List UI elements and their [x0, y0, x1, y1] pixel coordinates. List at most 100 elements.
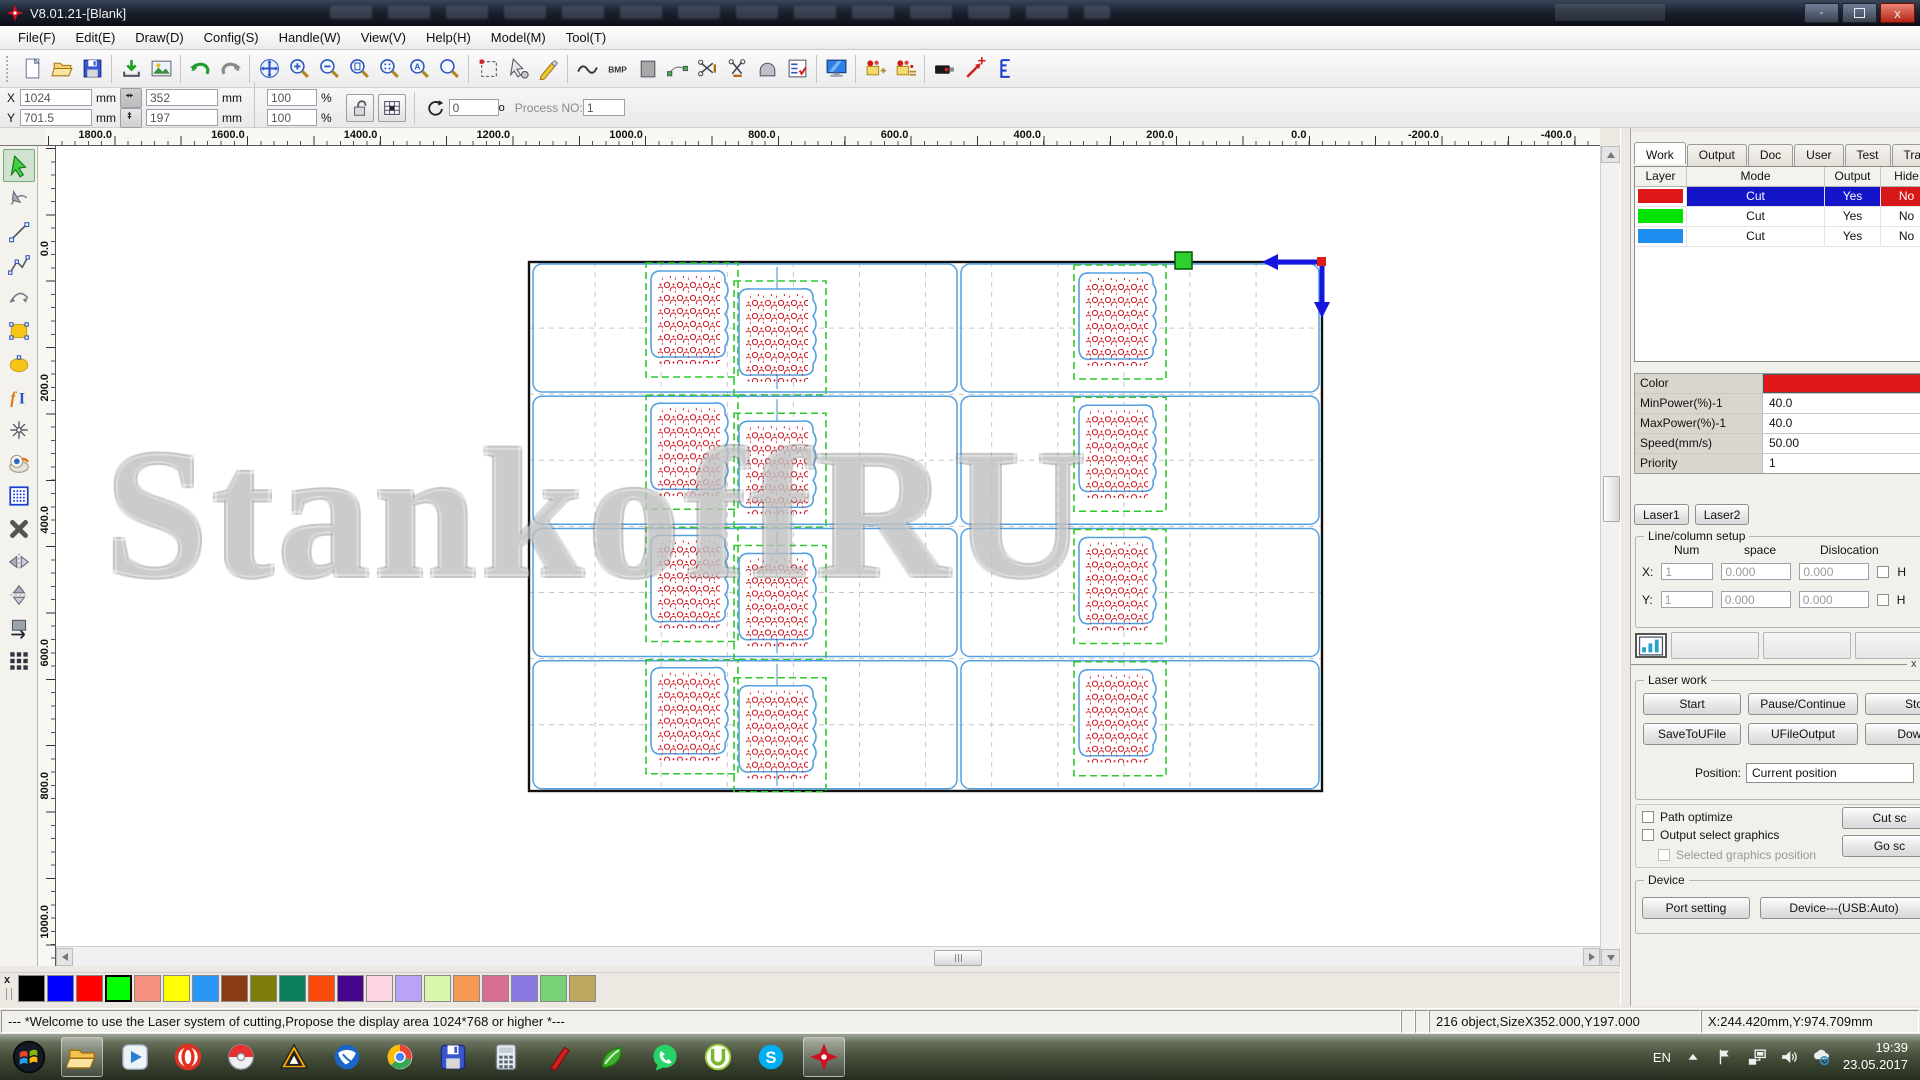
stop-button[interactable]: Sto — [1865, 693, 1920, 715]
tool-rect-button[interactable] — [3, 314, 35, 347]
y-num-input[interactable] — [1661, 591, 1713, 608]
menu-view[interactable]: View(V) — [351, 27, 416, 48]
tab-output[interactable]: Output — [1687, 144, 1747, 166]
layer-output-cell[interactable]: Yes — [1825, 227, 1881, 246]
scroll-left-arrow[interactable] — [56, 948, 73, 966]
y-dislocation-input[interactable] — [1799, 591, 1869, 608]
palette-color-5[interactable] — [163, 975, 190, 1002]
laser1-button[interactable]: Laser1 — [1634, 504, 1689, 525]
taskbar-save-app-button[interactable] — [432, 1037, 474, 1077]
port-setting-button[interactable]: Port setting — [1642, 897, 1750, 919]
zoom-out-button[interactable] — [314, 54, 344, 84]
chart-dock-button[interactable] — [1635, 633, 1667, 658]
palette-color-3[interactable] — [105, 975, 132, 1002]
param-value[interactable]: 40.0 — [1763, 414, 1920, 433]
tool-bezier-button[interactable] — [3, 281, 35, 314]
taskbar-sphere-button[interactable] — [220, 1037, 262, 1077]
layer-mode-cell[interactable]: Cut — [1687, 227, 1825, 246]
palette-close-button[interactable]: x — [4, 974, 10, 986]
save-to-ufile-button[interactable]: SaveToUFile — [1643, 723, 1741, 745]
toolbar-grip[interactable] — [6, 56, 12, 82]
param-value[interactable]: 1 — [1763, 454, 1920, 473]
lock-ratio-button[interactable] — [346, 94, 374, 122]
save-button[interactable] — [77, 54, 107, 84]
output-select-checkbox[interactable] — [1642, 829, 1654, 841]
taskbar-explorer-button[interactable] — [61, 1037, 103, 1077]
palette-color-4[interactable] — [134, 975, 161, 1002]
layer-output-cell[interactable]: Yes — [1825, 207, 1881, 226]
download-button[interactable]: Downl — [1865, 723, 1920, 745]
clock[interactable]: 19:39 23.05.2017 — [1843, 1040, 1908, 1074]
taskbar-opera-button[interactable] — [167, 1037, 209, 1077]
open-button[interactable] — [47, 54, 77, 84]
pause-continue-button[interactable]: Pause/Continue — [1748, 693, 1858, 715]
zoom-letter-button[interactable]: A — [404, 54, 434, 84]
redo-button[interactable] — [215, 54, 245, 84]
menu-model[interactable]: Model(M) — [481, 27, 556, 48]
tab-transform[interactable]: Transf — [1892, 144, 1920, 166]
taskbar-start-button[interactable] — [8, 1037, 50, 1077]
taskbar-utorrent-button[interactable] — [697, 1037, 739, 1077]
maximize-button[interactable] — [1842, 3, 1877, 23]
menu-help[interactable]: Help(H) — [416, 27, 481, 48]
layer-hide-cell[interactable]: No — [1881, 227, 1920, 246]
bmp-button[interactable]: BMP — [602, 54, 632, 84]
go-scale-button[interactable]: Go sc — [1842, 835, 1920, 857]
palette-color-2[interactable] — [76, 975, 103, 1002]
rotate-angle-input[interactable] — [449, 99, 499, 116]
laser2-button[interactable]: Laser2 — [1695, 504, 1750, 525]
layer-row[interactable]: CutYesNo — [1635, 187, 1920, 207]
taskbar-rdworks-button[interactable] — [803, 1037, 845, 1077]
zoom-page-button[interactable] — [344, 54, 374, 84]
palette-color-9[interactable] — [279, 975, 306, 1002]
palette-color-17[interactable] — [511, 975, 538, 1002]
tab-user[interactable]: User — [1794, 144, 1843, 166]
tool-corner-button[interactable] — [3, 611, 35, 644]
x-space-input[interactable] — [1721, 563, 1791, 580]
device-select-button[interactable]: Device---(USB:Auto) — [1760, 897, 1920, 919]
vertical-scroll-thumb[interactable] — [1603, 476, 1620, 522]
import-button[interactable] — [116, 54, 146, 84]
y-mirror-checkbox[interactable] — [1877, 594, 1889, 606]
taskbar-leaf-button[interactable] — [591, 1037, 633, 1077]
palette-color-19[interactable] — [569, 975, 596, 1002]
rotate-button[interactable] — [423, 95, 449, 121]
tab-test[interactable]: Test — [1845, 144, 1891, 166]
tool-select-button[interactable] — [3, 149, 35, 182]
pick-button[interactable] — [503, 54, 533, 84]
palette-color-0[interactable] — [18, 975, 45, 1002]
layer-hide-cell[interactable]: No — [1881, 187, 1920, 206]
tool-line-button[interactable] — [3, 215, 35, 248]
horizontal-scroll-thumb[interactable] — [934, 950, 982, 966]
scissor-h-button[interactable] — [692, 54, 722, 84]
dock-button-2[interactable] — [1763, 632, 1851, 659]
dock-button-1[interactable] — [1671, 632, 1759, 659]
tool-mirror-h-button[interactable] — [3, 545, 35, 578]
drawing-canvas[interactable] — [56, 146, 1600, 946]
layer-output-cell[interactable]: Yes — [1825, 187, 1881, 206]
palette-color-18[interactable] — [540, 975, 567, 1002]
menu-draw[interactable]: Draw(D) — [125, 27, 193, 48]
x-dislocation-input[interactable] — [1799, 563, 1869, 580]
palette-color-6[interactable] — [192, 975, 219, 1002]
selected-position-checkbox[interactable] — [1658, 849, 1670, 861]
palette-color-10[interactable] — [308, 975, 335, 1002]
pan-button[interactable] — [254, 54, 284, 84]
tab-doc[interactable]: Doc — [1748, 144, 1793, 166]
layer-color-cell[interactable] — [1635, 187, 1687, 206]
image-button[interactable] — [146, 54, 176, 84]
taskbar-whatsapp-button[interactable] — [644, 1037, 686, 1077]
start-button[interactable]: Start — [1643, 693, 1741, 715]
width-link-button[interactable] — [120, 88, 142, 108]
close-button[interactable]: x — [1880, 3, 1915, 23]
copy-array-1-button[interactable] — [860, 54, 890, 84]
taskbar-chrome-button[interactable] — [379, 1037, 421, 1077]
scissor-v-button[interactable] — [722, 54, 752, 84]
dock-close-button[interactable]: x — [1911, 658, 1917, 670]
fill-button[interactable] — [632, 54, 662, 84]
zoom-in-button[interactable] — [284, 54, 314, 84]
height-input[interactable] — [146, 109, 218, 126]
layer-color-cell[interactable] — [1635, 207, 1687, 226]
taskbar-avg-button[interactable] — [273, 1037, 315, 1077]
cloud-sync-icon[interactable] — [1811, 1047, 1831, 1067]
